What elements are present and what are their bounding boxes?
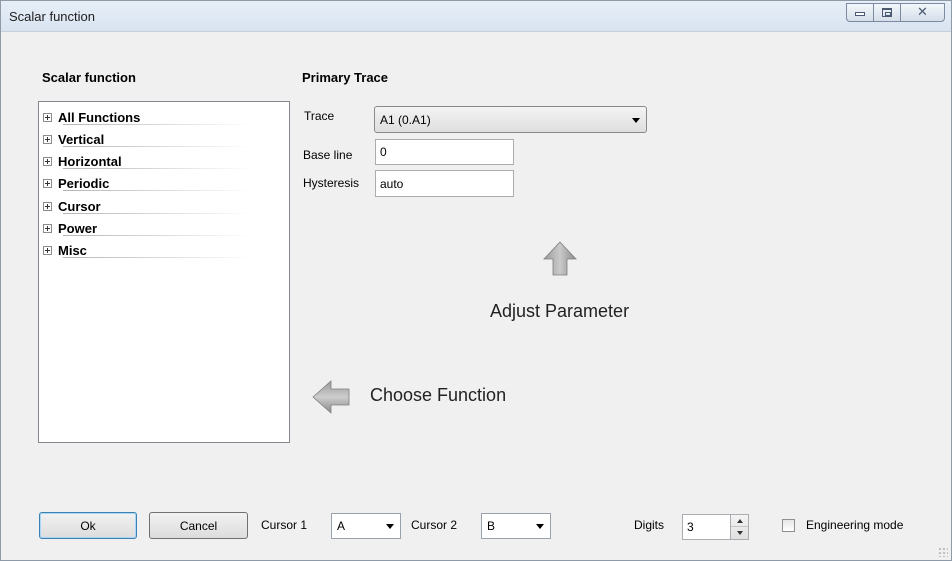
expand-icon[interactable] xyxy=(43,178,52,188)
tree-item-periodic[interactable]: Periodic xyxy=(43,174,253,192)
digits-label: Digits xyxy=(634,518,665,532)
arrow-left-icon xyxy=(312,380,350,414)
caret-down-icon xyxy=(736,531,743,535)
adjust-parameter-hint: Adjust Parameter xyxy=(490,301,630,321)
function-list-title: Scalar function xyxy=(42,70,136,85)
tree-item-label: Cursor xyxy=(58,198,101,214)
baseline-input[interactable]: 0 xyxy=(375,139,514,165)
cursor2-value: B xyxy=(487,519,496,533)
tree-item-label: Vertical xyxy=(58,131,105,147)
chevron-down-icon xyxy=(632,117,640,123)
primary-trace-title: Primary Trace xyxy=(302,70,389,85)
tree-item-misc[interactable]: Misc xyxy=(43,241,253,259)
cursor2-select[interactable]: B xyxy=(481,513,551,539)
cursor2-label: Cursor 2 xyxy=(411,518,458,532)
trace-select[interactable]: A1 (0.A1) xyxy=(374,106,647,133)
hysteresis-value: auto xyxy=(380,176,404,191)
choose-function-hint: Choose Function xyxy=(370,385,507,405)
ok-button[interactable]: Ok xyxy=(39,512,137,539)
arrow-up-icon xyxy=(543,241,577,276)
title-bar[interactable]: Scalar function ✕ xyxy=(1,1,951,32)
tree-item-label: Misc xyxy=(58,242,87,258)
trace-value: A1 (0.A1) xyxy=(380,112,431,127)
expand-icon[interactable] xyxy=(43,134,52,144)
maximize-button[interactable] xyxy=(873,3,900,22)
cursor1-select[interactable]: A xyxy=(331,513,401,539)
cursor1-value: A xyxy=(337,519,346,533)
expand-icon[interactable] xyxy=(43,223,52,233)
tree-item-label: Horizontal xyxy=(58,153,122,169)
expand-icon[interactable] xyxy=(43,156,52,166)
digits-input[interactable]: 3 xyxy=(682,514,731,540)
tree-item-all-functions[interactable]: All Functions xyxy=(43,108,253,126)
engineering-mode-label: Engineering mode xyxy=(806,518,904,532)
hysteresis-input[interactable]: auto xyxy=(375,170,514,197)
chevron-down-icon xyxy=(536,524,544,529)
digits-value: 3 xyxy=(687,520,694,534)
expand-icon[interactable] xyxy=(43,201,52,211)
tree-item-label: All Functions xyxy=(58,109,141,125)
trace-label: Trace xyxy=(304,109,335,123)
close-button[interactable]: ✕ xyxy=(900,3,945,22)
tree-item-label: Periodic xyxy=(58,175,110,191)
digits-spinner[interactable] xyxy=(730,514,749,540)
cancel-label: Cancel xyxy=(179,518,218,533)
spin-up-button[interactable] xyxy=(731,515,748,527)
chevron-down-icon xyxy=(386,524,394,529)
window-controls: ✕ xyxy=(846,3,945,23)
caret-up-icon xyxy=(736,518,743,523)
tree-item-label: Power xyxy=(58,220,98,236)
scalar-function-dialog: Scalar function ✕ Scalar function All Fu… xyxy=(0,0,952,561)
function-tree[interactable]: All Functions Vertical Horizontal Period… xyxy=(38,101,290,443)
maximize-icon xyxy=(882,8,892,17)
tree-item-power[interactable]: Power xyxy=(43,219,253,237)
expand-icon[interactable] xyxy=(43,112,52,122)
expand-icon[interactable] xyxy=(43,245,52,255)
baseline-label: Base line xyxy=(303,148,353,162)
tree-item-cursor[interactable]: Cursor xyxy=(43,197,253,215)
cancel-button[interactable]: Cancel xyxy=(149,512,248,539)
spin-down-button[interactable] xyxy=(731,527,748,539)
minimize-icon xyxy=(855,12,865,16)
close-icon: ✕ xyxy=(917,5,928,20)
hysteresis-label: Hysteresis xyxy=(303,176,360,190)
cursor1-label: Cursor 1 xyxy=(261,518,308,532)
engineering-mode-checkbox[interactable] xyxy=(782,519,795,532)
window-title: Scalar function xyxy=(9,9,95,24)
minimize-button[interactable] xyxy=(846,3,873,22)
resize-grip-icon[interactable] xyxy=(938,547,948,557)
tree-item-horizontal[interactable]: Horizontal xyxy=(43,152,253,170)
tree-item-vertical[interactable]: Vertical xyxy=(43,130,253,148)
ok-label: Ok xyxy=(80,518,96,533)
baseline-value: 0 xyxy=(380,145,387,159)
